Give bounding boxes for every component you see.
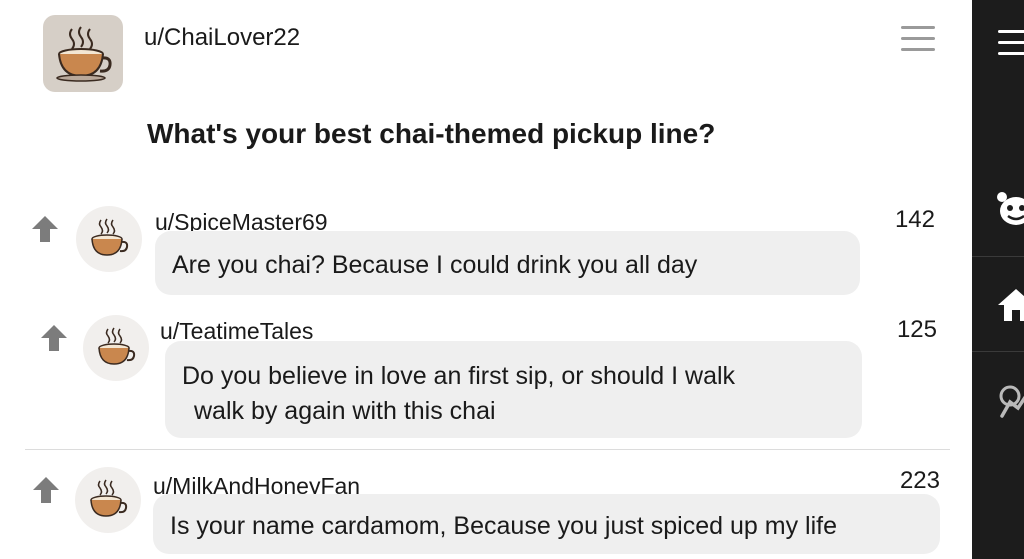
chai-cup-icon	[91, 218, 129, 256]
comment-text-bubble: Are you chai? Because I could drink you …	[155, 231, 860, 295]
snoo-face-icon[interactable]	[996, 189, 1024, 229]
comment-text-bubble: Is your name cardamom, Because you just …	[153, 494, 940, 554]
comment-text-bubble: Do you believe in love an first sip, or …	[165, 341, 862, 438]
comment-text-line: Do you believe in love an first sip, or …	[182, 362, 736, 390]
right-nav-rail	[972, 0, 1024, 559]
comment-score: 223	[899, 467, 940, 494]
rail-divider	[972, 351, 1024, 352]
comment-avatar[interactable]	[76, 206, 142, 272]
rail-divider	[972, 256, 1024, 257]
post-author-avatar[interactable]	[43, 15, 123, 92]
popular-icon[interactable]	[996, 382, 1024, 422]
chai-cup-icon	[56, 25, 112, 82]
home-icon[interactable]	[996, 286, 1024, 326]
post-author-username[interactable]: u/ChaiLover22	[144, 24, 300, 52]
upvote-arrow-icon[interactable]	[29, 213, 61, 245]
comment-score: 142	[894, 206, 935, 233]
hamburger-menu-icon[interactable]	[901, 26, 935, 56]
comment-score: 125	[896, 316, 937, 343]
chai-cup-icon	[98, 327, 136, 365]
post-title: What's your best chai-themed pickup line…	[147, 118, 716, 149]
comment-text-line: walk by again with this chai	[194, 397, 496, 425]
post-view: u/ChaiLover22 What's your best chai-them…	[0, 0, 972, 559]
comment-avatar[interactable]	[75, 467, 141, 533]
comment-avatar[interactable]	[83, 315, 149, 381]
comment-text: Are you chai? Because I could drink you …	[172, 251, 698, 279]
hamburger-menu-icon[interactable]	[998, 30, 1024, 60]
comment-divider	[25, 449, 950, 450]
upvote-arrow-icon[interactable]	[30, 474, 62, 506]
comment-text: Is your name cardamom, Because you just …	[170, 512, 837, 540]
upvote-arrow-icon[interactable]	[38, 322, 70, 354]
chai-cup-icon	[90, 479, 128, 517]
